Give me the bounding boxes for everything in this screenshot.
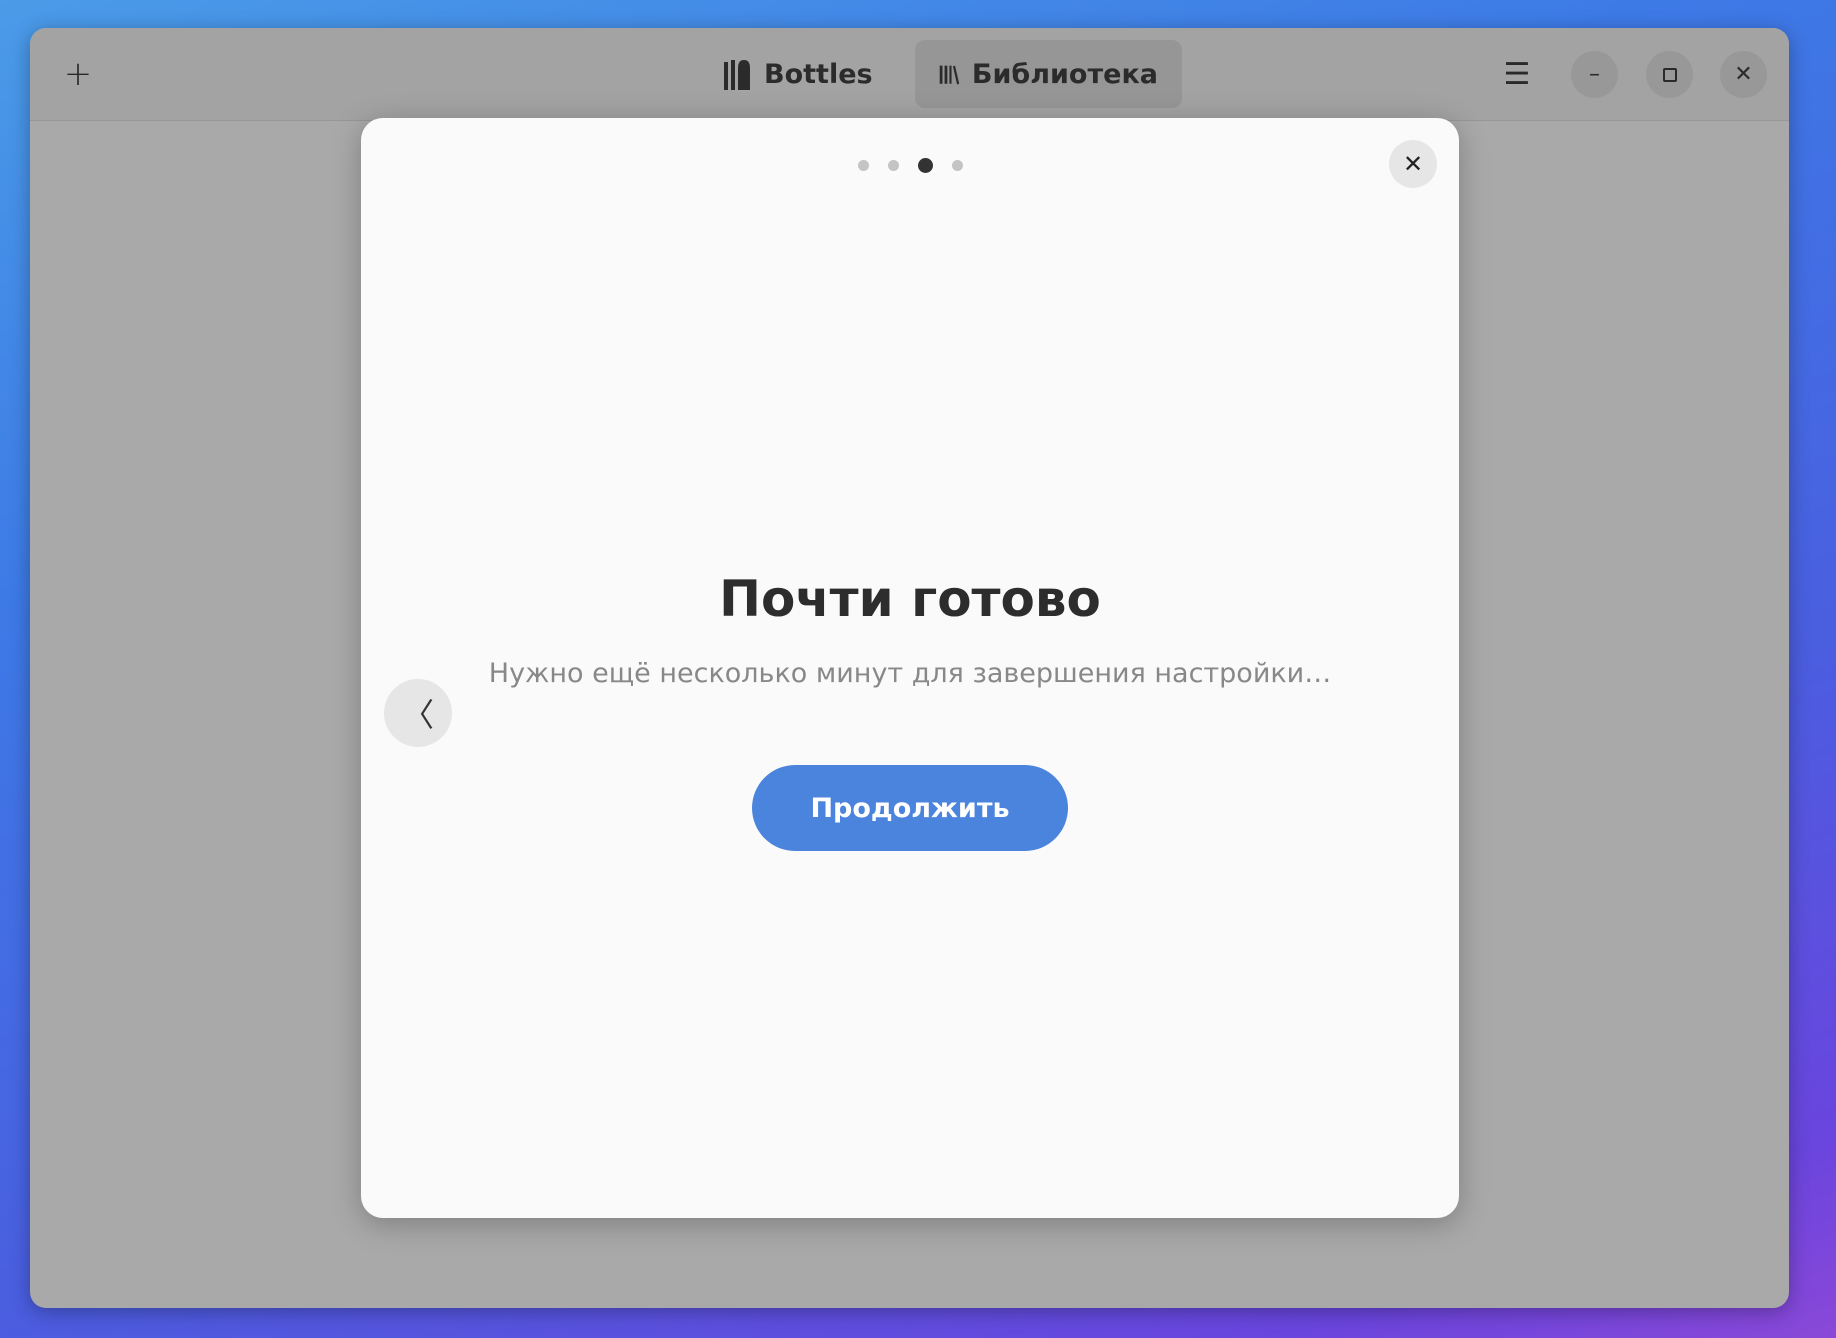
close-icon: ✕ bbox=[1402, 150, 1424, 178]
tab-bottles[interactable]: Bottles bbox=[698, 40, 897, 108]
header-bar: + Bottles Библиотека ☰ – ✕ bbox=[30, 28, 1789, 121]
main-menu-button[interactable]: ☰ bbox=[1495, 52, 1539, 96]
new-bottle-button[interactable]: + bbox=[56, 52, 100, 96]
tab-label: Bottles bbox=[764, 58, 873, 90]
chevron-left-icon: 〈 bbox=[401, 696, 434, 734]
maximize-icon bbox=[1662, 67, 1677, 82]
previous-page-button[interactable]: 〈 bbox=[384, 679, 452, 747]
dialog-subtitle: Нужно ещё несколько минут для завершения… bbox=[488, 658, 1332, 689]
minimize-button[interactable]: – bbox=[1571, 51, 1618, 98]
page-dot[interactable] bbox=[857, 160, 869, 171]
maximize-button[interactable] bbox=[1646, 51, 1693, 98]
close-icon: ✕ bbox=[1734, 62, 1753, 87]
continue-button[interactable]: Продолжить bbox=[752, 765, 1068, 851]
tab-label: Библиотека bbox=[971, 58, 1158, 90]
hamburger-icon: ☰ bbox=[1503, 56, 1531, 92]
dialog-title: Почти готово bbox=[719, 570, 1101, 628]
onboarding-dialog: ✕ 〈 Почти готово Нужно ещё несколько мин… bbox=[361, 118, 1459, 1218]
page-indicator bbox=[361, 158, 1459, 173]
minimize-icon: – bbox=[1589, 62, 1600, 87]
page-dot[interactable] bbox=[951, 160, 963, 171]
close-dialog-button[interactable]: ✕ bbox=[1389, 140, 1437, 188]
close-window-button[interactable]: ✕ bbox=[1720, 51, 1767, 98]
tab-library[interactable]: Библиотека bbox=[915, 40, 1182, 108]
plus-icon: + bbox=[63, 54, 93, 94]
page-dot-active[interactable] bbox=[917, 158, 933, 173]
page-dot[interactable] bbox=[887, 160, 899, 171]
bottles-icon bbox=[724, 60, 750, 90]
library-icon bbox=[939, 65, 960, 85]
